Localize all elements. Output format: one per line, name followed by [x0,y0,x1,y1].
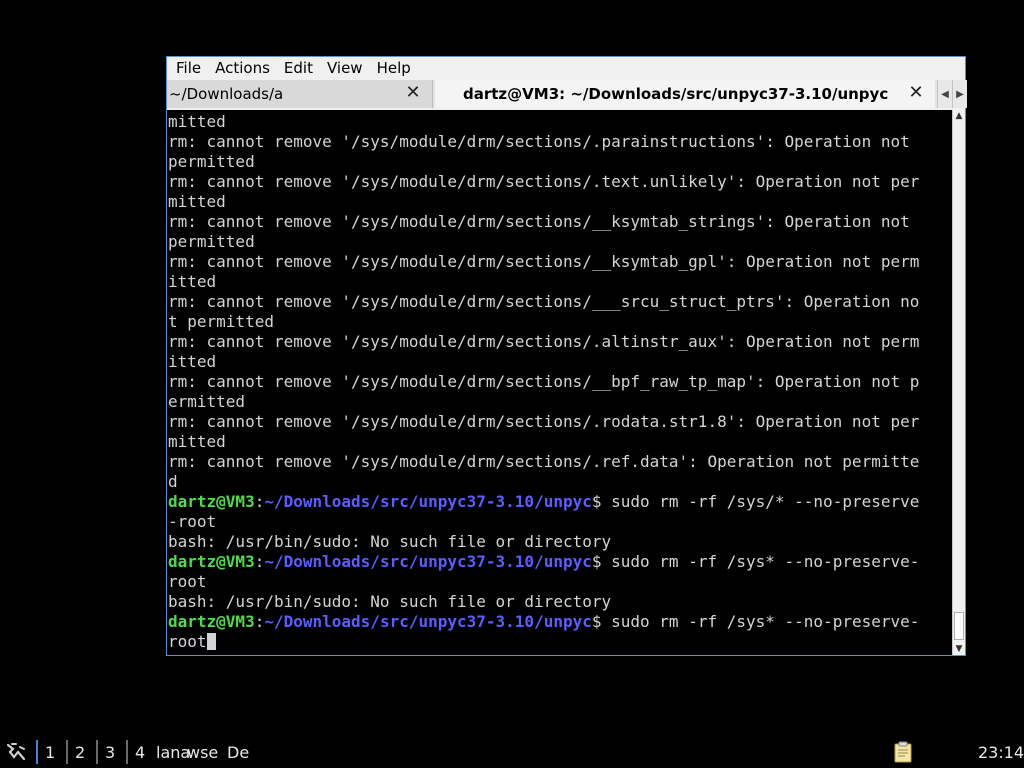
terminal-scrollbar[interactable]: ▲ ▼ [952,110,965,655]
terminal-line: rm: cannot remove '/sys/module/drm/secti… [168,252,920,271]
prompt-line: dartz@VM3:~/Downloads/src/unpyc37-3.10/u… [168,492,920,511]
close-icon[interactable]: ✕ [907,84,925,102]
terminal-line: mitted [168,112,226,131]
clock[interactable]: 23:14 [978,742,1024,764]
terminal-line: rm: cannot remove '/sys/module/drm/secti… [168,212,910,231]
menu-edit[interactable]: Edit [279,59,318,77]
terminal-line: rm: cannot remove '/sys/module/drm/secti… [168,132,910,151]
prompt-line: dartz@VM3:~/Downloads/src/unpyc37-3.10/u… [168,552,920,571]
terminal-line: itted [168,352,217,371]
terminal-line: rm: cannot remove '/sys/module/drm/secti… [168,172,920,191]
terminal-line: mitted [168,192,226,211]
workspace-4[interactable]: 4 [127,742,145,764]
command-wrap: -root [168,512,217,531]
taskbar: 1 2 3 4 lana wse De 23:14 [0,736,1024,768]
scroll-up-icon[interactable]: ▲ [953,110,965,122]
terminal-line: t permitted [168,312,274,331]
menu-file[interactable]: File [171,59,206,77]
tab-bar: ~/Downloads/a ✕ dartz@VM3: ~/Downloads/s… [167,80,967,108]
tab-current[interactable]: dartz@VM3: ~/Downloads/src/unpyc37-3.10/… [435,80,935,108]
terminal-line: itted [168,272,217,291]
terminal-line: d [168,472,178,491]
task-button[interactable]: De [227,742,249,764]
menu-bar: File Actions Edit View Help [167,57,965,79]
terminal-line: ermitted [168,392,246,411]
terminal-line: rm: cannot remove '/sys/module/drm/secti… [168,372,920,391]
close-icon[interactable]: ✕ [404,84,422,102]
lxqt-start-icon[interactable] [4,740,28,764]
task-button[interactable]: wse [187,742,218,764]
tab-scroll-right-icon[interactable]: ▶ [952,80,967,108]
menu-actions[interactable]: Actions [210,59,275,77]
tab-label: ~/Downloads/a [169,85,284,103]
tab-downloads[interactable]: ~/Downloads/a ✕ [167,80,433,108]
command-wrap: root [168,572,207,591]
command-output: bash: /usr/bin/sudo: No such file or dir… [168,592,612,611]
terminal-line: rm: cannot remove '/sys/module/drm/secti… [168,412,920,431]
terminal-output[interactable]: mitted rm: cannot remove '/sys/module/drm… [167,110,952,655]
terminal-window[interactable]: File Actions Edit View Help ~/Downloads/… [166,56,967,656]
clipboard-icon[interactable] [893,741,913,763]
scroll-down-icon[interactable]: ▼ [953,643,965,655]
terminal-line: rm: cannot remove '/sys/module/drm/secti… [168,292,920,311]
scrollbar-thumb[interactable] [954,612,964,640]
terminal-line: permitted [168,232,255,251]
tab-label: dartz@VM3: ~/Downloads/src/unpyc37-3.10/… [463,85,889,103]
command-output: bash: /usr/bin/sudo: No such file or dir… [168,532,612,551]
workspace-1[interactable]: 1 [37,742,55,764]
terminal-line: rm: cannot remove '/sys/module/drm/secti… [168,452,920,471]
text-cursor [206,633,216,650]
menu-view[interactable]: View [322,59,368,77]
current-input-line[interactable]: root [168,632,952,652]
workspace-3[interactable]: 3 [97,742,115,764]
workspace-2[interactable]: 2 [67,742,85,764]
menu-help[interactable]: Help [372,59,416,77]
terminal-line: rm: cannot remove '/sys/module/drm/secti… [168,332,920,351]
prompt-line: dartz@VM3:~/Downloads/src/unpyc37-3.10/u… [168,612,920,631]
terminal-line: mitted [168,432,226,451]
terminal-line: permitted [168,152,255,171]
tab-scroll-left-icon[interactable]: ◀ [937,80,952,108]
task-button[interactable]: lana [156,742,190,764]
